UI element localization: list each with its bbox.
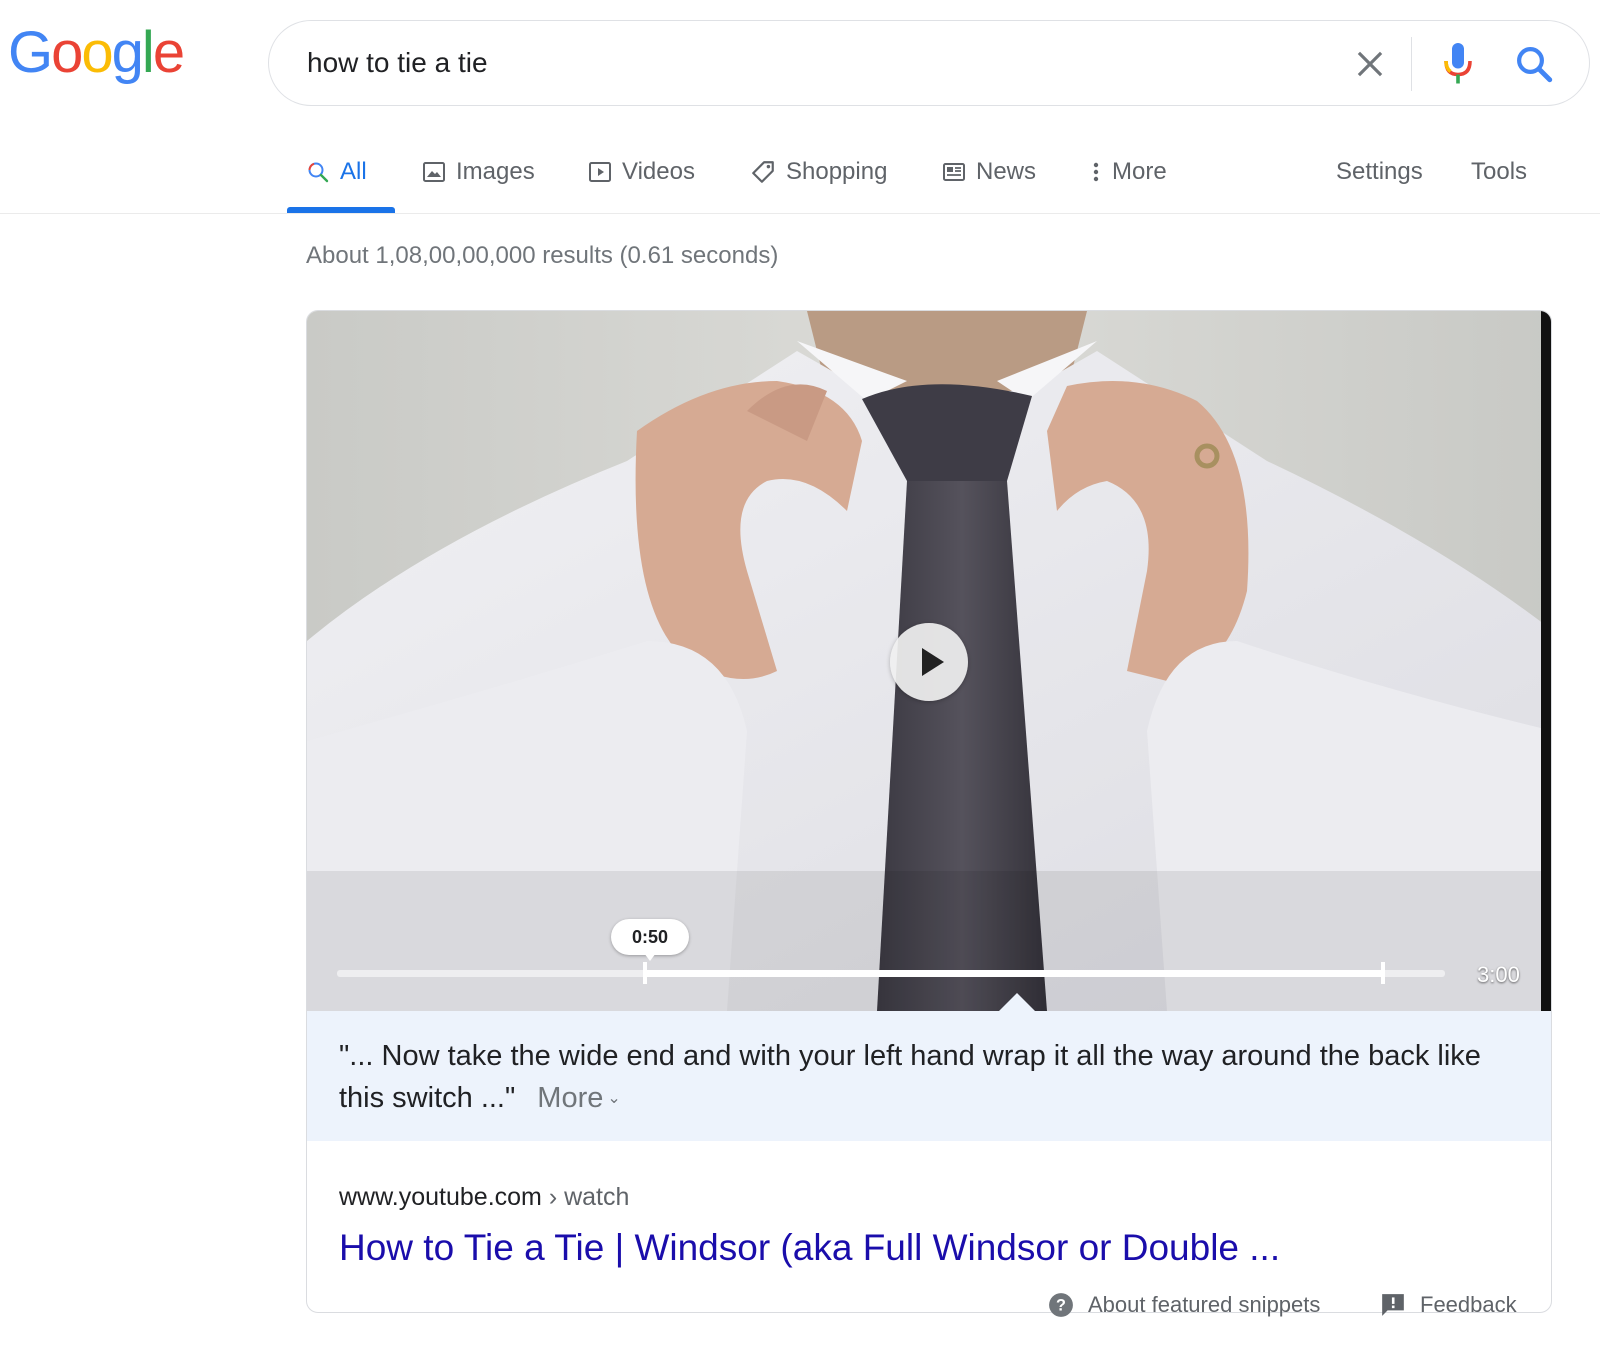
snippet-quote-text: "... Now take the wide end and with your…: [339, 1040, 1481, 1114]
help-icon: ?: [1049, 1293, 1073, 1317]
current-time-bubble: 0:50: [611, 919, 689, 961]
svg-text:?: ?: [1056, 1296, 1066, 1314]
tab-more[interactable]: More: [1090, 152, 1167, 192]
tab-label: Settings: [1336, 158, 1423, 185]
feedback-link[interactable]: Feedback: [1380, 1292, 1517, 1318]
featured-snippet-card: 0:50 3:00 "... Now take the wide end and…: [306, 310, 1552, 1313]
tab-label: Videos: [622, 158, 695, 185]
about-label: About featured snippets: [1088, 1292, 1321, 1317]
video-clip-highlight: [645, 970, 1383, 977]
search-divider: [1411, 37, 1412, 91]
active-tab-indicator: [287, 207, 395, 213]
tab-images[interactable]: Images: [422, 152, 535, 192]
tab-label: News: [976, 158, 1037, 185]
tab-label: All: [340, 158, 367, 185]
snippet-quote: "... Now take the wide end and with your…: [339, 1035, 1499, 1120]
logo-letter: l: [141, 20, 155, 85]
chevron-down-icon: ⌄: [607, 1090, 621, 1107]
tab-settings[interactable]: Settings: [1336, 152, 1423, 192]
about-featured-snippets-link[interactable]: ? About featured snippets: [1048, 1292, 1320, 1318]
logo-letter: o: [51, 20, 83, 85]
result-stats: About 1,08,00,00,000 results (0.61 secon…: [306, 242, 779, 269]
microphone-icon[interactable]: [1443, 41, 1473, 87]
logo-letter: e: [152, 20, 185, 85]
result-site: www.youtube.com: [339, 1183, 542, 1211]
clip-end-marker[interactable]: [1380, 962, 1385, 984]
tab-shopping[interactable]: Shopping: [750, 152, 887, 192]
snippet-quote-area: "... Now take the wide end and with your…: [307, 1011, 1551, 1141]
play-button[interactable]: [890, 623, 968, 701]
result-title-link[interactable]: How to Tie a Tie | Windsor (aka Full Win…: [339, 1227, 1280, 1269]
video-edge: [1541, 311, 1551, 1011]
video-player[interactable]: 0:50 3:00: [307, 311, 1551, 1011]
logo-letter: g: [111, 20, 144, 85]
newspaper-icon: [943, 163, 965, 181]
image-icon: [423, 162, 445, 182]
search-tabs: All Images Videos Shopping News More Set…: [0, 132, 1600, 214]
close-icon[interactable]: [1351, 45, 1389, 83]
feedback-icon: [1382, 1294, 1404, 1316]
search-input[interactable]: [307, 43, 1307, 83]
search-icon: [308, 162, 329, 183]
logo-letter: o: [81, 20, 113, 85]
video-duration: 3:00: [1477, 962, 1520, 987]
search-icon[interactable]: [1513, 43, 1555, 85]
result-url: www.youtube.com › watch: [339, 1183, 629, 1212]
google-logo[interactable]: Google: [8, 20, 185, 85]
tag-icon: [752, 161, 774, 183]
result-breadcrumb: › watch: [541, 1183, 630, 1211]
vertical-dots-icon: [1093, 162, 1099, 182]
more-button[interactable]: More ⌄: [537, 1082, 620, 1114]
play-box-icon: [589, 162, 611, 182]
tab-label: Shopping: [786, 158, 888, 185]
tab-label: More: [1112, 158, 1167, 185]
more-label: More: [537, 1082, 604, 1114]
tab-all[interactable]: All: [306, 152, 367, 192]
snippet-pointer: [999, 993, 1035, 1011]
feedback-label: Feedback: [1420, 1292, 1517, 1317]
tab-news[interactable]: News: [942, 152, 1036, 192]
tab-videos[interactable]: Videos: [588, 152, 695, 192]
clip-start-marker[interactable]: [643, 962, 648, 984]
logo-letter: G: [8, 20, 53, 85]
tab-tools[interactable]: Tools: [1471, 152, 1527, 192]
tab-label: Tools: [1471, 158, 1528, 185]
tab-label: Images: [456, 158, 535, 185]
search-box: [268, 20, 1590, 106]
